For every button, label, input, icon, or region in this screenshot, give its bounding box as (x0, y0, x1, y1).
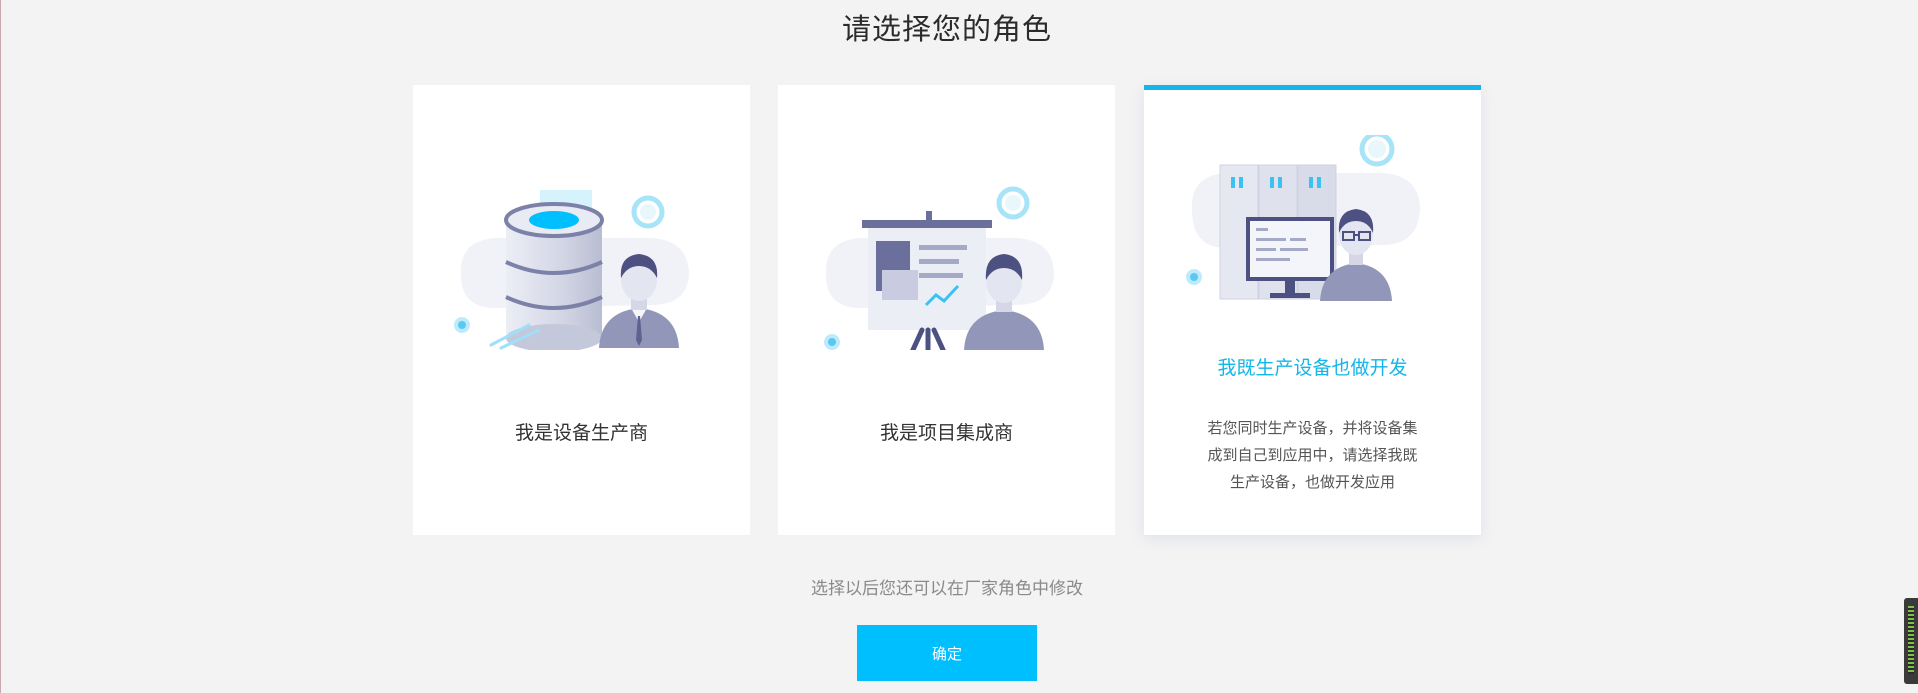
role-description: 若您同时生产设备，并将设备集成到自己到应用中，请选择我既生产设备，也做开发应用 (1207, 419, 1418, 491)
audio-meter-widget[interactable] (1904, 598, 1918, 684)
hint-text: 选择以后您还可以在厂家角色中修改 (811, 579, 1083, 599)
database-user-icon (454, 190, 689, 350)
server-developer-icon (1186, 135, 1420, 301)
page-title: 请选择您的角色 (841, 12, 1052, 46)
confirm-button[interactable]: 确定 (857, 625, 1037, 681)
level-meter (1908, 606, 1914, 674)
presentation-user-icon (824, 186, 1054, 350)
role-label: 我既生产设备也做开发 (1217, 357, 1408, 379)
role-card-manufacturer-developer[interactable]: 我既生产设备也做开发 若您同时生产设备，并将设备集成到自己到应用中，请选择我既生… (1144, 85, 1481, 535)
role-label: 我是设备生产商 (514, 422, 648, 444)
role-card-project-integrator[interactable]: 我是项目集成商 (778, 85, 1115, 535)
role-card-device-manufacturer[interactable]: 我是设备生产商 (413, 85, 750, 535)
role-label: 我是项目集成商 (879, 422, 1013, 444)
